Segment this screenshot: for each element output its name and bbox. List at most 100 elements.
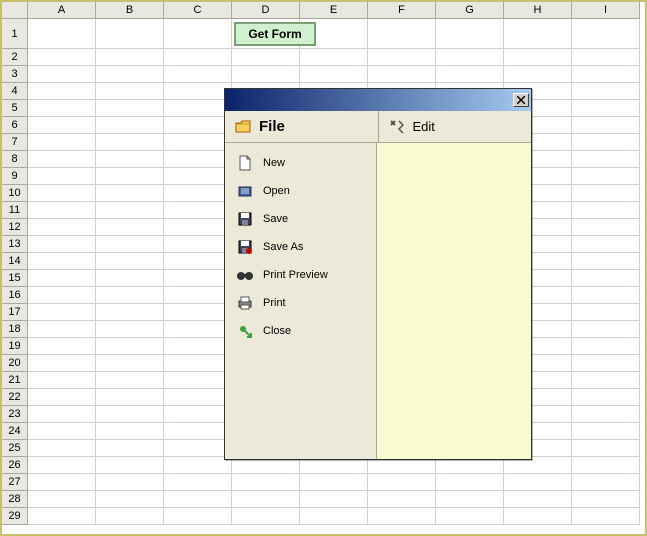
cell[interactable]: [164, 457, 232, 474]
cell[interactable]: [436, 19, 504, 49]
tab-file[interactable]: File: [225, 111, 379, 142]
cell[interactable]: [96, 457, 164, 474]
cell[interactable]: [232, 474, 300, 491]
cell[interactable]: [504, 508, 572, 525]
cell[interactable]: [96, 474, 164, 491]
cell[interactable]: [28, 423, 96, 440]
cell[interactable]: [572, 372, 640, 389]
titlebar[interactable]: [225, 89, 531, 111]
row-head[interactable]: 1: [2, 19, 28, 49]
cell[interactable]: [572, 202, 640, 219]
cell[interactable]: [572, 19, 640, 49]
menu-print-preview[interactable]: Print Preview: [225, 261, 376, 289]
cell[interactable]: [504, 49, 572, 66]
cell[interactable]: [572, 100, 640, 117]
row-head[interactable]: 25: [2, 440, 28, 457]
cell[interactable]: [572, 49, 640, 66]
cell[interactable]: [96, 355, 164, 372]
cell[interactable]: [572, 168, 640, 185]
cell[interactable]: [28, 236, 96, 253]
cell[interactable]: [572, 151, 640, 168]
cell[interactable]: [28, 49, 96, 66]
cell[interactable]: [96, 185, 164, 202]
cell[interactable]: [572, 287, 640, 304]
cell[interactable]: [164, 168, 232, 185]
cell[interactable]: [96, 83, 164, 100]
cell[interactable]: [28, 474, 96, 491]
row-head[interactable]: 7: [2, 134, 28, 151]
cell[interactable]: [164, 321, 232, 338]
cell[interactable]: [96, 219, 164, 236]
row-head[interactable]: 5: [2, 100, 28, 117]
cell[interactable]: [504, 19, 572, 49]
col-head[interactable]: B: [96, 2, 164, 19]
cell[interactable]: [232, 66, 300, 83]
row-head[interactable]: 10: [2, 185, 28, 202]
cell[interactable]: [28, 253, 96, 270]
row-head[interactable]: 16: [2, 287, 28, 304]
cell[interactable]: [572, 389, 640, 406]
cell[interactable]: [572, 440, 640, 457]
cell[interactable]: [436, 474, 504, 491]
col-head[interactable]: D: [232, 2, 300, 19]
cell[interactable]: [164, 372, 232, 389]
cell[interactable]: [572, 355, 640, 372]
cell[interactable]: [96, 49, 164, 66]
cell[interactable]: [164, 355, 232, 372]
cell[interactable]: [164, 440, 232, 457]
cell[interactable]: [96, 19, 164, 49]
cell[interactable]: [572, 219, 640, 236]
cell[interactable]: [96, 423, 164, 440]
cell[interactable]: [232, 49, 300, 66]
cell[interactable]: [28, 19, 96, 49]
cell[interactable]: [164, 49, 232, 66]
cell[interactable]: [572, 304, 640, 321]
cell[interactable]: [28, 66, 96, 83]
row-head[interactable]: 26: [2, 457, 28, 474]
cell[interactable]: [28, 304, 96, 321]
menu-save[interactable]: Save: [225, 205, 376, 233]
menu-saveas[interactable]: Save As: [225, 233, 376, 261]
cell[interactable]: [572, 117, 640, 134]
cell[interactable]: [572, 508, 640, 525]
row-head[interactable]: 24: [2, 423, 28, 440]
cell[interactable]: [164, 491, 232, 508]
cell[interactable]: [572, 253, 640, 270]
cell[interactable]: [28, 270, 96, 287]
cell[interactable]: [164, 338, 232, 355]
row-head[interactable]: 12: [2, 219, 28, 236]
menu-open[interactable]: Open: [225, 177, 376, 205]
cell[interactable]: [504, 491, 572, 508]
cell[interactable]: [96, 287, 164, 304]
get-form-button[interactable]: Get Form: [234, 22, 316, 46]
cell[interactable]: [232, 508, 300, 525]
cell[interactable]: [96, 321, 164, 338]
cell[interactable]: [164, 100, 232, 117]
cell[interactable]: [28, 83, 96, 100]
cell[interactable]: [504, 66, 572, 83]
row-head[interactable]: 19: [2, 338, 28, 355]
cell[interactable]: [164, 508, 232, 525]
cell[interactable]: [232, 491, 300, 508]
cell[interactable]: [96, 202, 164, 219]
cell[interactable]: [368, 19, 436, 49]
cell[interactable]: [96, 440, 164, 457]
cell[interactable]: [28, 287, 96, 304]
col-head[interactable]: G: [436, 2, 504, 19]
col-head[interactable]: C: [164, 2, 232, 19]
row-head[interactable]: 27: [2, 474, 28, 491]
tab-edit[interactable]: Edit: [379, 111, 532, 142]
cell[interactable]: [572, 338, 640, 355]
cell[interactable]: [96, 168, 164, 185]
cell[interactable]: [164, 236, 232, 253]
cell[interactable]: [96, 66, 164, 83]
row-head[interactable]: 4: [2, 83, 28, 100]
cell[interactable]: [96, 338, 164, 355]
cell[interactable]: [300, 49, 368, 66]
cell[interactable]: [572, 185, 640, 202]
cell[interactable]: [572, 423, 640, 440]
cell[interactable]: [164, 219, 232, 236]
cell[interactable]: [96, 134, 164, 151]
cell[interactable]: [28, 185, 96, 202]
cell[interactable]: [96, 372, 164, 389]
